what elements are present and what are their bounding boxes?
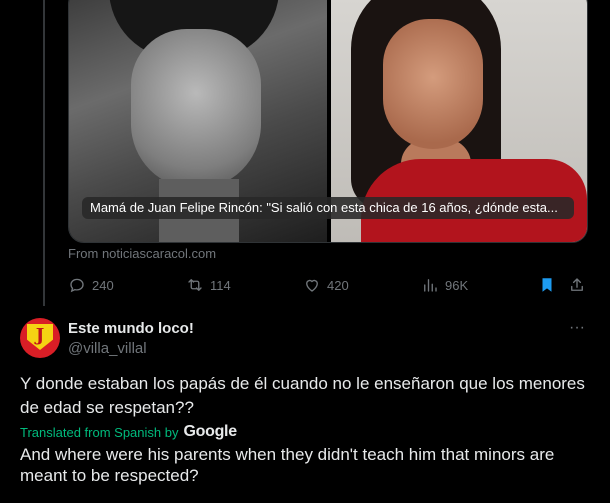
more-options-icon[interactable]: ··· bbox=[567, 318, 587, 338]
heart-icon bbox=[306, 279, 318, 292]
analytics-icon bbox=[424, 279, 437, 292]
post-text: Y donde estaban los papás de él cuando n… bbox=[20, 374, 585, 417]
reply-count: 240 bbox=[92, 277, 114, 293]
repost-icon bbox=[188, 279, 202, 291]
link-source[interactable]: From noticiascaracol.com bbox=[68, 246, 216, 261]
post-action-bar: 240 114 420 96K bbox=[0, 276, 610, 294]
thread-connector-line bbox=[43, 0, 45, 306]
article-caption[interactable]: Mamá de Juan Felipe Rincón: "Si salió co… bbox=[82, 197, 574, 219]
translated-post-text: And where were his parents when they did… bbox=[20, 445, 555, 485]
bookmark-button[interactable] bbox=[538, 276, 562, 294]
link-preview-card[interactable]: Mamá de Juan Felipe Rincón: "Si salió co… bbox=[68, 0, 588, 243]
translation-attribution: Translated from Spanish by Google bbox=[20, 423, 237, 441]
share-icon bbox=[571, 278, 583, 291]
view-count: 96K bbox=[445, 277, 469, 293]
share-button[interactable] bbox=[568, 276, 592, 294]
avatar[interactable]: J bbox=[20, 318, 60, 358]
repost-button[interactable]: 114 bbox=[186, 276, 231, 294]
reply-button[interactable]: 240 bbox=[68, 276, 114, 294]
avatar-letter: J bbox=[35, 325, 45, 346]
user-handle[interactable]: @villa_villal bbox=[68, 340, 147, 357]
repost-count: 114 bbox=[210, 277, 231, 293]
display-name[interactable]: Este mundo loco! bbox=[68, 320, 194, 337]
like-count: 420 bbox=[327, 277, 349, 293]
like-button[interactable]: 420 bbox=[303, 276, 349, 294]
google-logo: Google bbox=[183, 423, 237, 440]
views-button[interactable]: 96K bbox=[421, 276, 468, 294]
translated-label: Translated from Spanish by bbox=[20, 424, 179, 440]
bookmark-filled-icon bbox=[542, 278, 552, 292]
reply-icon bbox=[70, 278, 84, 293]
